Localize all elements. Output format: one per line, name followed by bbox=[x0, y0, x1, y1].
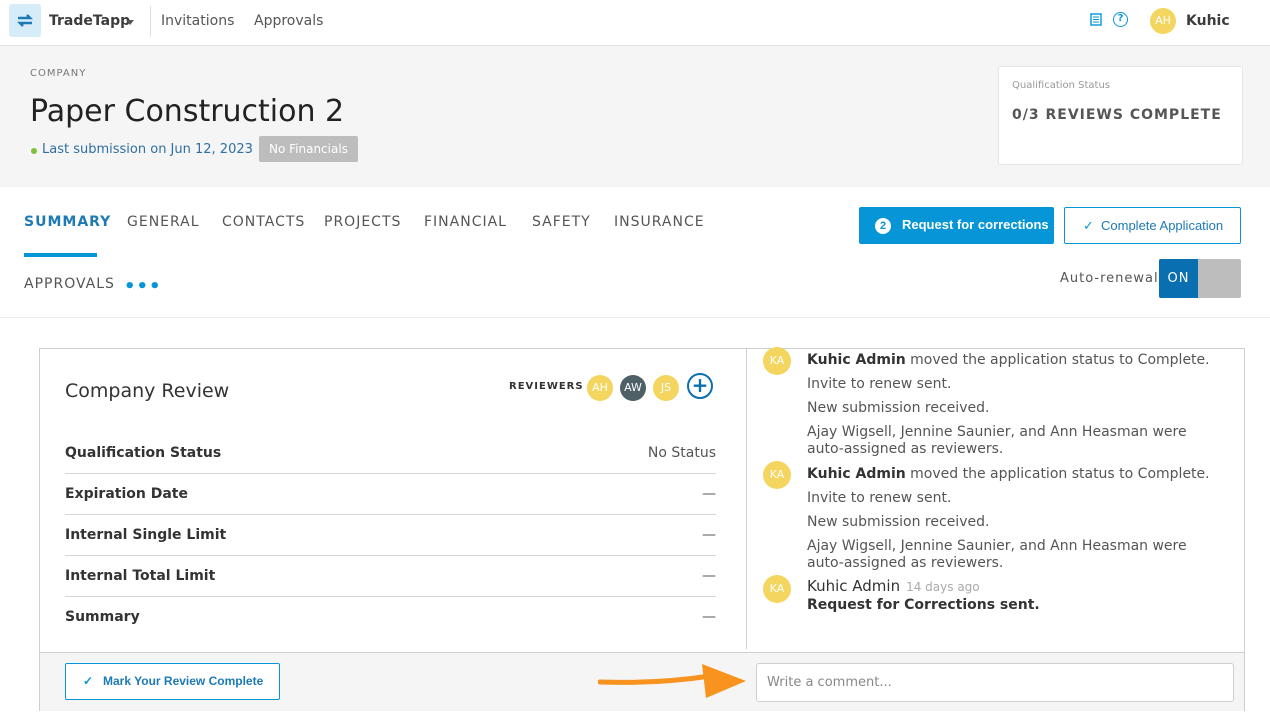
status-dot-icon bbox=[31, 148, 37, 154]
document-icon[interactable] bbox=[1090, 13, 1102, 30]
activity-entry: Ajay Wigsell, Jennine Saunier, and Ann H… bbox=[807, 424, 1227, 458]
qualification-card-label: Qualification Status bbox=[1012, 80, 1111, 91]
activity-text: Ajay Wigsell, Jennine Saunier, and Ann H… bbox=[807, 424, 1187, 457]
chevron-down-icon[interactable] bbox=[126, 20, 134, 25]
checkmark-icon: ✓ bbox=[1083, 218, 1094, 233]
top-navigation: TradeTapp Invitations Approvals ? AH Kuh… bbox=[0, 0, 1270, 46]
activity-entry: Invite to renew sent. bbox=[807, 376, 1227, 393]
toggle-on-label: ON bbox=[1159, 259, 1198, 298]
nav-link-approvals[interactable]: Approvals bbox=[254, 13, 323, 29]
activity-text: New submission received. bbox=[807, 514, 990, 530]
activity-entry: Ajay Wigsell, Jennine Saunier, and Ann H… bbox=[807, 538, 1227, 572]
activity-actor: Kuhic Admin bbox=[807, 352, 906, 368]
tab-insurance[interactable]: INSURANCE bbox=[614, 214, 705, 230]
activity-text: moved the application status to Complete… bbox=[905, 466, 1210, 482]
field-row-summary: Summary — bbox=[65, 597, 716, 638]
active-tab-indicator bbox=[24, 253, 97, 257]
activity-entry: New submission received. bbox=[807, 514, 1227, 531]
activity-actor: Kuhic Admin bbox=[807, 466, 906, 482]
company-header: COMPANY Paper Construction 2 Last submis… bbox=[0, 46, 1270, 187]
last-submission-link[interactable]: Last submission on Jun 12, 2023 bbox=[42, 142, 253, 157]
field-label: Summary bbox=[65, 609, 140, 625]
field-label: Internal Total Limit bbox=[65, 568, 216, 584]
complete-application-label: Complete Application bbox=[1101, 218, 1224, 233]
field-row-internal-total-limit: Internal Total Limit — bbox=[65, 556, 716, 597]
request-corrections-button[interactable]: 2 Request for corrections bbox=[859, 207, 1054, 244]
activity-entry: Request for Corrections sent. bbox=[807, 597, 1227, 614]
nav-divider bbox=[150, 6, 151, 37]
request-corrections-label: Request for corrections bbox=[902, 217, 1049, 232]
reviewer-avatar[interactable]: JS bbox=[653, 375, 679, 401]
user-avatar[interactable]: AH bbox=[1150, 8, 1176, 34]
field-row-internal-single-limit: Internal Single Limit — bbox=[65, 515, 716, 556]
field-label: Internal Single Limit bbox=[65, 527, 227, 543]
activity-avatar: KA bbox=[763, 347, 791, 375]
complete-application-button[interactable]: ✓ Complete Application bbox=[1064, 207, 1241, 244]
page-title: Paper Construction 2 bbox=[30, 94, 345, 129]
activity-entry: Kuhic Admin moved the application status… bbox=[807, 466, 1227, 483]
tab-financial[interactable]: FINANCIAL bbox=[424, 214, 507, 230]
tab-projects[interactable]: PROJECTS bbox=[324, 214, 401, 230]
mark-review-complete-button[interactable]: ✓ Mark Your Review Complete bbox=[65, 663, 280, 700]
field-label: Expiration Date bbox=[65, 486, 188, 502]
company-label: COMPANY bbox=[30, 68, 87, 79]
field-label: Qualification Status bbox=[65, 445, 222, 461]
field-row-qualification-status: Qualification Status No Status bbox=[65, 433, 716, 474]
tabs-divider bbox=[0, 317, 1270, 318]
app-switcher-label[interactable]: TradeTapp bbox=[49, 13, 130, 29]
add-reviewer-icon[interactable]: + bbox=[687, 373, 713, 399]
field-row-expiration-date: Expiration Date — bbox=[65, 474, 716, 515]
activity-entry: New submission received. bbox=[807, 400, 1227, 417]
tab-summary[interactable]: SUMMARY bbox=[24, 214, 111, 230]
tab-approvals[interactable]: APPROVALS bbox=[24, 276, 115, 292]
annotation-arrow-icon bbox=[598, 664, 746, 698]
tab-general[interactable]: GENERAL bbox=[127, 214, 200, 230]
activity-avatar: KA bbox=[763, 461, 791, 489]
financials-badge: No Financials bbox=[259, 136, 358, 162]
mark-review-complete-label: Mark Your Review Complete bbox=[103, 674, 264, 688]
reviewer-avatar[interactable]: AW bbox=[620, 375, 646, 401]
tradetapp-logo-icon[interactable] bbox=[9, 4, 41, 37]
activity-text: Invite to renew sent. bbox=[807, 490, 952, 506]
reviewer-avatar[interactable]: AH bbox=[587, 375, 613, 401]
activity-text: New submission received. bbox=[807, 400, 990, 416]
activity-text: moved the application status to Complete… bbox=[905, 352, 1210, 368]
field-value[interactable]: — bbox=[702, 609, 716, 625]
field-value[interactable]: — bbox=[702, 527, 716, 543]
tab-contacts[interactable]: CONTACTS bbox=[222, 214, 305, 230]
checkmark-icon: ✓ bbox=[83, 674, 94, 688]
review-footer: ✓ Mark Your Review Complete bbox=[40, 652, 1244, 711]
corrections-count-badge: 2 bbox=[875, 218, 891, 234]
tab-safety[interactable]: SAFETY bbox=[532, 214, 591, 230]
activity-text: Ajay Wigsell, Jennine Saunier, and Ann H… bbox=[807, 538, 1187, 571]
user-name[interactable]: Kuhic bbox=[1186, 13, 1230, 29]
review-title: Company Review bbox=[65, 380, 230, 402]
more-options-icon[interactable]: ••• bbox=[124, 276, 162, 297]
field-value[interactable]: — bbox=[702, 486, 716, 502]
help-icon[interactable]: ? bbox=[1113, 12, 1128, 27]
activity-entry: Kuhic Admin 14 days ago bbox=[807, 578, 1227, 596]
nav-link-invitations[interactable]: Invitations bbox=[161, 13, 234, 29]
auto-renewal-toggle[interactable]: ON bbox=[1159, 259, 1241, 298]
field-value[interactable]: No Status bbox=[648, 445, 716, 461]
activity-entry: Kuhic Admin moved the application status… bbox=[807, 352, 1227, 369]
comment-input[interactable] bbox=[756, 663, 1234, 702]
activity-text: Request for Corrections sent. bbox=[807, 597, 1040, 613]
auto-renewal-label: Auto-renewal bbox=[1060, 271, 1159, 286]
activity-entry: Invite to renew sent. bbox=[807, 490, 1227, 507]
qualification-status-card: Qualification Status 0/3 REVIEWS COMPLET… bbox=[998, 66, 1243, 165]
activity-actor: Kuhic Admin bbox=[807, 577, 901, 595]
reviewers-label: REVIEWERS bbox=[509, 381, 584, 392]
activity-text: Invite to renew sent. bbox=[807, 376, 952, 392]
company-review-panel: Company Review REVIEWERS AH AW JS + Qual… bbox=[39, 347, 1245, 711]
field-value[interactable]: — bbox=[702, 568, 716, 584]
activity-timestamp: 14 days ago bbox=[906, 580, 980, 594]
panel-divider bbox=[746, 349, 747, 649]
activity-avatar: KA bbox=[763, 575, 791, 603]
qualification-card-value: 0/3 REVIEWS COMPLETE bbox=[1012, 107, 1222, 123]
